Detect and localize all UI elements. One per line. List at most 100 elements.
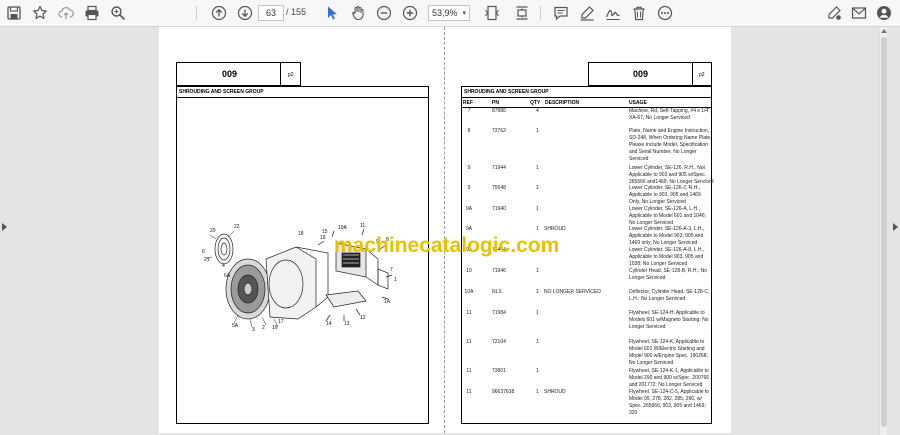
row-usage-line: Flywheel, SE-124-C-5, Applicable to bbox=[629, 389, 710, 395]
row-part-number: 72104 bbox=[492, 339, 506, 345]
blower-housing-shape bbox=[265, 246, 317, 320]
page-label-box: p2 bbox=[280, 62, 301, 86]
part-callout: 19 bbox=[320, 235, 326, 241]
zoom-in-icon[interactable] bbox=[400, 4, 420, 22]
section-title: SHROUDING AND SCREEN GROUP bbox=[464, 89, 549, 95]
row-ref: 9 bbox=[467, 185, 471, 191]
row-part-number: 71940 bbox=[492, 206, 506, 212]
row-usage-line: Deflector, Cylinder Head, SE-128-C, bbox=[629, 289, 710, 295]
zoom-level-value: 53,9% bbox=[432, 8, 458, 18]
account-icon[interactable] bbox=[874, 4, 894, 22]
row-usage: Lower Cylinder, SE-126-A, L.H., Applicabl… bbox=[629, 206, 725, 227]
sign-icon[interactable] bbox=[603, 4, 623, 22]
row-usage-line: and 201772; No Longer Serviced bbox=[629, 381, 703, 388]
row-ref: 7 bbox=[467, 108, 471, 114]
row-part-number: NLS bbox=[492, 289, 502, 295]
row-usage-line: Lower Cylinder, SE-126-A-8, L.H., bbox=[629, 247, 705, 253]
vertical-scrollbar[interactable] bbox=[879, 27, 887, 435]
zoom-out-icon[interactable] bbox=[374, 4, 394, 22]
row-usage-line: Lower Cylinder, SE-126-A, L.H., bbox=[629, 206, 700, 212]
zoom-search-icon[interactable] bbox=[108, 4, 128, 22]
upload-cloud-icon[interactable] bbox=[56, 4, 76, 22]
row-quantity: 1 bbox=[536, 389, 539, 395]
page-down-icon[interactable] bbox=[235, 4, 255, 22]
row-quantity: 1 bbox=[536, 128, 539, 134]
row-quantity: 1 bbox=[536, 268, 539, 274]
scroll-up-icon[interactable] bbox=[881, 29, 887, 33]
section-number: 009 bbox=[222, 69, 238, 79]
part-callout: 11 bbox=[360, 223, 365, 229]
row-usage-line: Model 99, 278, 282, 285, 290, w/ bbox=[629, 395, 702, 402]
part-callout: 4 bbox=[222, 263, 225, 269]
comment-icon[interactable] bbox=[551, 4, 571, 22]
edit-pdf-icon[interactable] bbox=[824, 4, 844, 22]
page-label: p2 bbox=[699, 72, 705, 78]
part-callout: 20 bbox=[210, 228, 216, 234]
deflector-shape bbox=[325, 290, 367, 308]
page-up-icon[interactable] bbox=[209, 4, 229, 22]
row-quantity: 1 bbox=[536, 185, 539, 191]
row-usage: Lower Cylinder, SE-126-A-3, L.H., Applica… bbox=[629, 226, 725, 247]
email-icon[interactable] bbox=[849, 4, 869, 22]
row-usage-line: 1038; No Longer Serviced bbox=[629, 260, 688, 267]
scroll-mode-icon[interactable] bbox=[512, 4, 532, 22]
delete-icon[interactable] bbox=[629, 4, 649, 22]
row-usage-line: Lower Cylinder, SE-126, R.H., Not bbox=[629, 165, 705, 171]
title-rule bbox=[461, 97, 712, 98]
row-usage: Lower Cylinder, SE-126-A-8, L.H., Applica… bbox=[629, 247, 725, 268]
part-callout: 12 bbox=[360, 315, 366, 321]
row-usage-line: Flywheel, SE-124-H, Applicable to bbox=[629, 310, 705, 316]
part-callout: 7 bbox=[390, 267, 393, 273]
row-part-number: 75548 bbox=[492, 185, 506, 191]
col-header-qty: QTY bbox=[530, 100, 541, 106]
zoom-level-select[interactable]: 53,9% ▾ bbox=[428, 5, 470, 21]
row-ref: 9A bbox=[465, 226, 473, 232]
row-quantity: 1 bbox=[536, 206, 539, 212]
hand-pan-icon[interactable] bbox=[348, 4, 368, 22]
save-icon[interactable] bbox=[4, 4, 24, 22]
row-usage: Flywheel, SE-124-H, Applicable to Models … bbox=[629, 310, 725, 331]
row-usage-line: Flywheel, SE-124-K-1, Applicable to bbox=[629, 368, 709, 374]
part-callout: 17 bbox=[278, 319, 284, 325]
more-icon[interactable] bbox=[655, 4, 675, 22]
current-page-input[interactable]: 63 bbox=[258, 5, 284, 21]
left-panel-toggle-icon[interactable] bbox=[2, 223, 7, 231]
row-usage-line: Cylinder Head, SE-128-B, R.H.; No bbox=[629, 268, 708, 274]
part-callout: 22 bbox=[234, 224, 240, 230]
part-callout: 18 bbox=[298, 231, 304, 237]
toolbar: 63 / 155 53,9% ▾ bbox=[0, 0, 900, 27]
row-usage-line: Applicable to Model 601 and 1046; bbox=[629, 212, 707, 219]
print-icon[interactable] bbox=[82, 4, 102, 22]
row-ref: 11 bbox=[466, 339, 472, 345]
fit-page-icon[interactable] bbox=[482, 4, 502, 22]
row-quantity: 1 bbox=[536, 310, 539, 316]
row-usage: Flywheel, SE-124-C-5, Applicable to Model… bbox=[629, 389, 725, 417]
right-panel-toggle-icon[interactable] bbox=[893, 223, 898, 231]
row-ref: 10 bbox=[466, 268, 472, 274]
part-callout: 14 bbox=[326, 321, 332, 327]
col-header-description: DESCRIPTION bbox=[545, 100, 580, 106]
watermark-text: machinecatalogic.com bbox=[334, 234, 560, 257]
scrollbar-thumb[interactable] bbox=[881, 37, 887, 427]
row-usage-line: Applicable to 903, 905 and 1469 bbox=[629, 191, 701, 198]
row-ref: 8 bbox=[467, 128, 471, 134]
section-number: 009 bbox=[633, 69, 649, 79]
row-usage: Flywheel, SE-124-K-1, Applicable to Model… bbox=[629, 368, 725, 389]
row-usage: Cylinder Head, SE-128-B, R.H.; No Longer … bbox=[629, 268, 725, 282]
row-ref: 9A bbox=[465, 206, 473, 212]
row-usage-line: Serviced bbox=[629, 155, 649, 162]
row-usage-line: XA-67, No Longer Serviced bbox=[629, 114, 690, 121]
row-usage-line: 320 bbox=[629, 409, 638, 416]
row-part-number: 71944 bbox=[492, 165, 506, 171]
bookmark-star-icon[interactable] bbox=[30, 4, 50, 22]
document-viewer[interactable]: 009 p2 SHROUDING AND SCREEN GROUP 009 p2… bbox=[0, 27, 900, 435]
row-usage: Lower Cylinder, SE-126-2, R.H., Applicabl… bbox=[629, 185, 725, 206]
row-usage-line: Flywheel, SE-124-K, Applicable to bbox=[629, 339, 705, 345]
highlight-pen-icon[interactable] bbox=[577, 4, 597, 22]
total-pages: 155 bbox=[291, 7, 307, 17]
col-header-pn: PN bbox=[492, 100, 499, 106]
row-part-number: 87986 bbox=[492, 108, 506, 114]
page-spread-divider bbox=[444, 27, 445, 433]
row-quantity: 1 bbox=[536, 226, 539, 232]
select-cursor-icon[interactable] bbox=[322, 4, 342, 22]
